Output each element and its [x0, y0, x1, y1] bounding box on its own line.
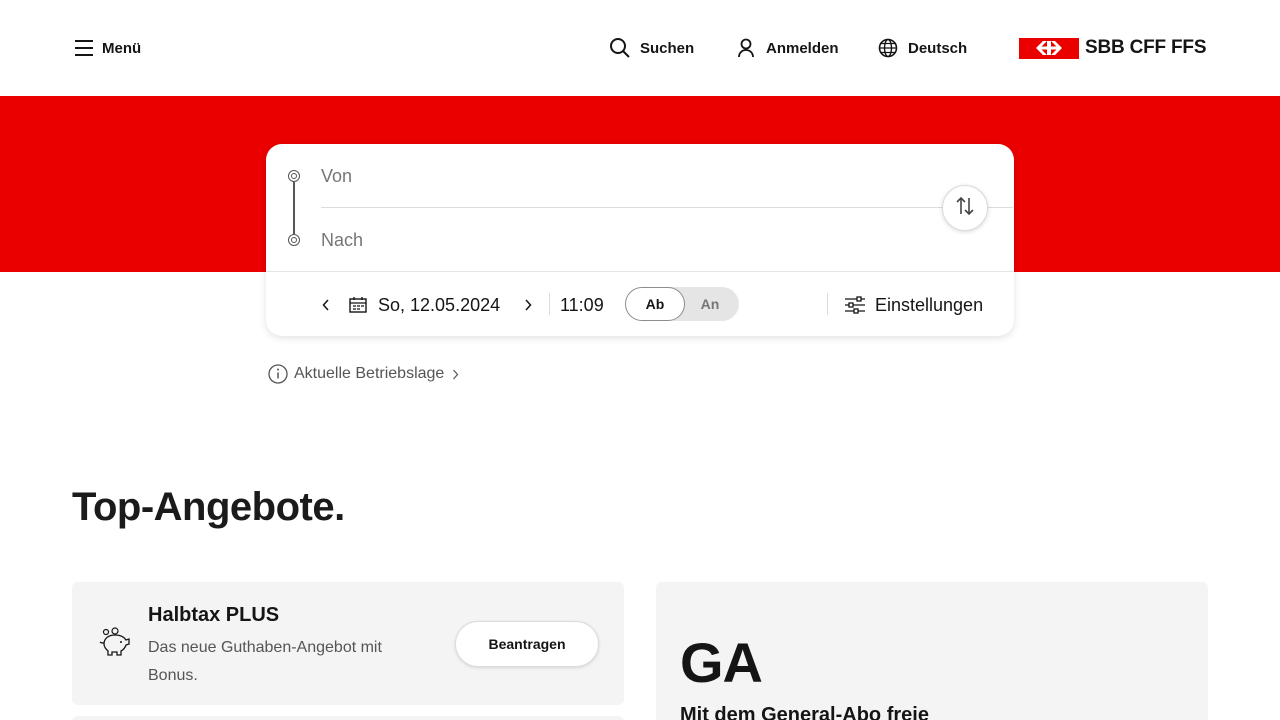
- departure-option[interactable]: Ab: [625, 287, 685, 321]
- swap-icon: [954, 196, 976, 221]
- login-button[interactable]: Anmelden: [734, 36, 839, 60]
- language-label: Deutsch: [908, 39, 968, 57]
- language-selector[interactable]: Deutsch: [876, 36, 967, 60]
- login-label: Anmelden: [766, 39, 839, 57]
- search-icon: [608, 36, 632, 60]
- previous-day-button[interactable]: [318, 288, 334, 322]
- field-divider: [321, 207, 1013, 208]
- divider: [827, 293, 828, 315]
- sliders-icon: [844, 296, 866, 314]
- menu-button[interactable]: Menü: [72, 36, 141, 60]
- from-input[interactable]: [321, 161, 941, 191]
- chevron-left-icon: [322, 295, 330, 316]
- section-title: Top-Angebote.: [72, 485, 345, 529]
- offer-description: Das neue Guthaben-Angebot mit Bonus.: [148, 639, 382, 684]
- ga-subtitle: Mit dem General-Abo freie: [680, 704, 929, 720]
- divider: [549, 293, 550, 315]
- card-separator: [266, 271, 1014, 272]
- date-field[interactable]: So, 12.05.2024: [378, 288, 500, 322]
- apply-button[interactable]: Beantragen: [455, 621, 599, 667]
- info-icon: [268, 364, 288, 384]
- calendar-icon[interactable]: [349, 288, 367, 322]
- user-icon: [734, 36, 758, 60]
- time-field[interactable]: 11:09: [560, 288, 604, 322]
- destination-stop-icon: [288, 234, 300, 246]
- piggy-bank-icon: [98, 626, 132, 660]
- chevron-right-icon: [452, 369, 459, 380]
- chevron-right-icon: [524, 295, 532, 316]
- hamburger-icon: [72, 36, 96, 60]
- globe-icon: [876, 36, 900, 60]
- settings-label: Einstellungen: [875, 294, 984, 315]
- settings-button[interactable]: Einstellungen: [844, 288, 983, 322]
- menu-label: Menü: [102, 39, 142, 57]
- sbb-logo[interactable]: SBB CFF FFS: [1019, 37, 1206, 59]
- departure-arrival-toggle: An Ab: [625, 287, 739, 321]
- next-day-button[interactable]: [520, 288, 536, 322]
- service-status-link[interactable]: Aktuelle Betriebslage: [268, 363, 459, 385]
- to-input[interactable]: [321, 225, 941, 255]
- offer-title: Halbtax PLUS: [148, 604, 280, 626]
- route-line: [293, 182, 295, 234]
- ga-title: GA: [680, 631, 763, 694]
- swap-button[interactable]: [942, 185, 988, 231]
- search-label: Suchen: [640, 39, 695, 57]
- arrival-option[interactable]: An: [681, 287, 739, 321]
- site-header: Menü Suchen Anmelden Deutsch SBB CFF FFS: [0, 0, 1280, 96]
- sbb-arrows-icon: [1019, 37, 1079, 59]
- logo-text: SBB CFF FFS: [1085, 37, 1207, 58]
- search-button[interactable]: Suchen: [608, 36, 694, 60]
- offer-card-next[interactable]: [72, 716, 624, 720]
- origin-stop-icon: [288, 170, 300, 182]
- service-status-label: Aktuelle Betriebslage: [294, 365, 445, 382]
